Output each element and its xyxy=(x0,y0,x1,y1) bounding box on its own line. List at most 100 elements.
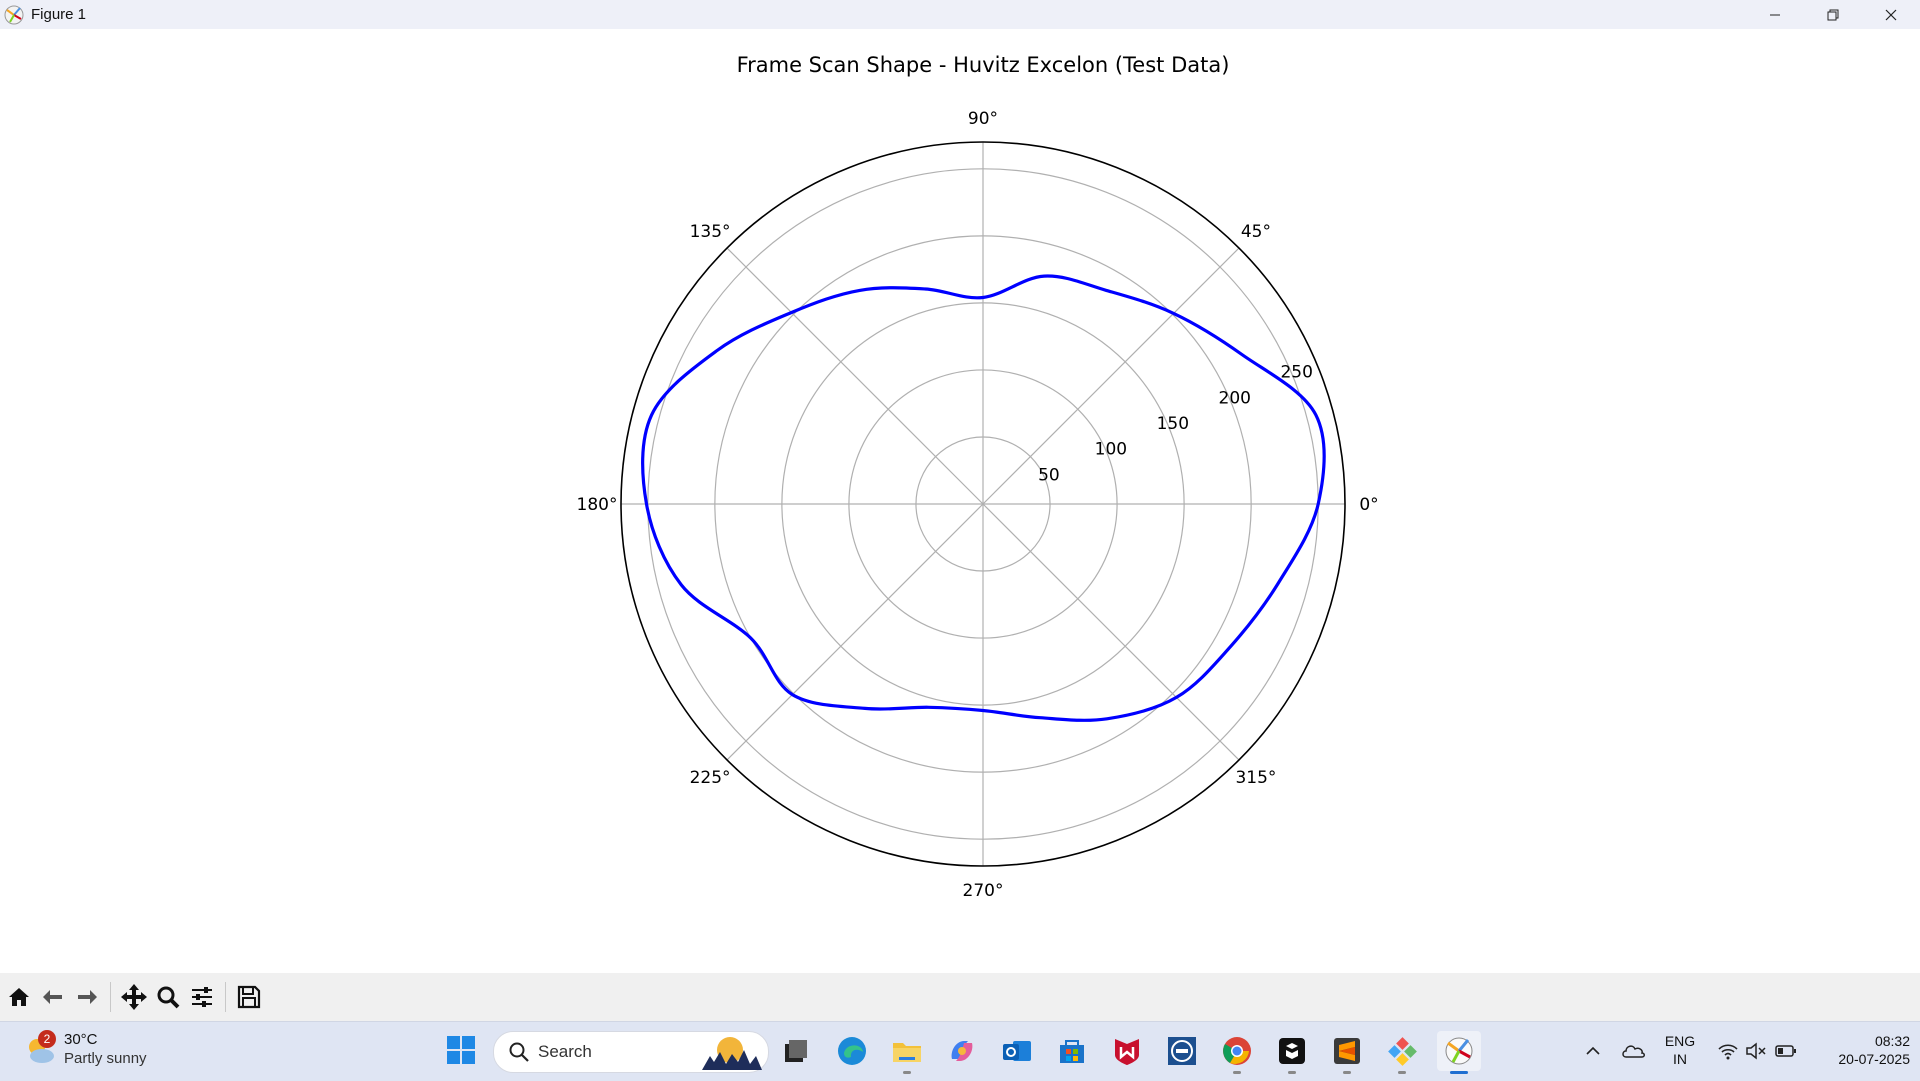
dell-icon xyxy=(1168,1037,1196,1065)
windows-start-icon xyxy=(447,1036,475,1064)
chart-title: Frame Scan Shape - Huvitz Excelon (Test … xyxy=(737,53,1230,77)
language-code: ENG xyxy=(1664,1033,1696,1049)
weather-temperature: 30°C xyxy=(64,1031,98,1048)
wifi-icon xyxy=(1718,1044,1738,1060)
back-button[interactable] xyxy=(36,979,70,1015)
configure-subplots-icon xyxy=(192,987,212,1007)
taskbar-search-box[interactable]: Search xyxy=(493,1031,769,1073)
volume-muted-icon xyxy=(1746,1042,1766,1060)
save-button[interactable] xyxy=(232,979,266,1015)
outlook-icon xyxy=(1003,1041,1031,1061)
microsoft-store-button[interactable] xyxy=(1052,1031,1092,1071)
weather-widget[interactable]: 2 30°C Partly sunny xyxy=(24,1030,147,1068)
weather-description: Partly sunny xyxy=(64,1050,147,1067)
vscode-like-button[interactable] xyxy=(1382,1031,1422,1071)
edge-icon xyxy=(838,1037,866,1065)
file-explorer-button[interactable] xyxy=(887,1031,927,1071)
save-icon xyxy=(237,985,261,1009)
r-tick-label: 50 xyxy=(1038,465,1060,485)
minimize-icon xyxy=(1770,14,1780,15)
theta-tick-label: 270° xyxy=(963,881,1004,901)
onedrive-cloud-icon xyxy=(1622,1045,1645,1058)
clock-date: 20-07-2025 xyxy=(1838,1051,1910,1067)
sublime-text-icon xyxy=(1334,1038,1360,1064)
r-tick-label: 150 xyxy=(1157,414,1189,434)
matplotlib-toolbar xyxy=(0,973,1920,1021)
window-title: Figure 1 xyxy=(31,6,87,23)
task-view-icon xyxy=(785,1040,807,1062)
matplotlib-figure-button[interactable] xyxy=(1437,1031,1481,1071)
edge-button[interactable] xyxy=(832,1031,872,1071)
toolbar-separator xyxy=(225,982,226,1012)
running-indicator xyxy=(1343,1071,1351,1074)
start-button[interactable] xyxy=(445,1034,477,1066)
running-indicator xyxy=(1233,1071,1241,1074)
microsoft-store-icon xyxy=(1060,1040,1084,1063)
zoom-icon xyxy=(157,986,180,1009)
running-indicator xyxy=(1288,1071,1296,1074)
minimize-button[interactable] xyxy=(1746,0,1804,29)
theta-tick-label: 135° xyxy=(690,222,731,242)
polar-chart: Frame Scan Shape - Huvitz Excelon (Test … xyxy=(577,53,1379,901)
clock-time: 08:32 xyxy=(1874,1033,1910,1049)
battery-icon xyxy=(1775,1045,1796,1057)
theta-tick-label: 180° xyxy=(577,495,618,515)
language-indicator[interactable]: ENG IN xyxy=(1660,1032,1700,1068)
close-button[interactable] xyxy=(1862,0,1920,29)
home-icon xyxy=(9,988,29,1006)
running-indicator xyxy=(1398,1071,1406,1074)
chevron-up-icon xyxy=(1586,1046,1600,1055)
configure-subplots-button[interactable] xyxy=(185,979,219,1015)
weather-badge: 2 xyxy=(38,1030,56,1048)
theta-tick-label: 90° xyxy=(968,109,998,129)
chrome-button[interactable] xyxy=(1217,1031,1257,1071)
windows-taskbar: 2 30°C Partly sunny Search ENG IN 08:32 … xyxy=(0,1021,1920,1081)
language-region: IN xyxy=(1673,1051,1687,1067)
mcafee-icon xyxy=(1115,1039,1139,1065)
task-view-button[interactable] xyxy=(776,1031,816,1071)
battery-button[interactable] xyxy=(1768,1031,1804,1071)
forward-icon xyxy=(78,990,97,1004)
close-icon xyxy=(1885,9,1897,20)
sublime-text-button[interactable] xyxy=(1327,1031,1367,1071)
clock[interactable]: 08:32 20-07-2025 xyxy=(1810,1032,1910,1068)
home-button[interactable] xyxy=(2,979,36,1015)
search-highlight-icon xyxy=(702,1037,762,1070)
theta-tick-label: 45° xyxy=(1241,222,1271,242)
file-explorer-icon xyxy=(893,1043,921,1062)
app-black-icon xyxy=(1279,1038,1305,1064)
r-tick-label: 100 xyxy=(1095,440,1127,460)
chrome-icon xyxy=(1223,1037,1251,1065)
restore-icon xyxy=(1827,9,1839,20)
mcafee-button[interactable] xyxy=(1107,1031,1147,1071)
theta-tick-label: 225° xyxy=(690,768,731,788)
restore-button[interactable] xyxy=(1804,0,1862,29)
active-app-indicator xyxy=(1450,1071,1468,1074)
r-tick-label: 200 xyxy=(1219,388,1251,408)
r-tick-label: 250 xyxy=(1280,363,1312,383)
theta-tick-label: 0° xyxy=(1359,495,1378,515)
figure-canvas[interactable]: Frame Scan Shape - Huvitz Excelon (Test … xyxy=(0,29,1920,973)
onedrive-button[interactable] xyxy=(1613,1031,1653,1071)
pan-button[interactable] xyxy=(117,979,151,1015)
pan-icon xyxy=(121,984,147,1010)
search-placeholder: Search xyxy=(538,1042,592,1061)
zoom-button[interactable] xyxy=(151,979,185,1015)
outlook-button[interactable] xyxy=(997,1031,1037,1071)
vscode-like-icon xyxy=(1388,1037,1417,1066)
matplotlib-app-icon xyxy=(4,5,24,24)
show-hidden-icons-button[interactable] xyxy=(1573,1031,1613,1071)
toolbar-separator xyxy=(110,982,111,1012)
copilot-icon xyxy=(951,1041,973,1061)
dell-button[interactable] xyxy=(1162,1031,1202,1071)
back-icon xyxy=(43,990,62,1004)
theta-tick-label: 315° xyxy=(1235,768,1276,788)
matplotlib-figure-icon xyxy=(1445,1037,1473,1065)
app-black-button[interactable] xyxy=(1272,1031,1312,1071)
search-icon xyxy=(509,1042,529,1062)
partly-sunny-icon: 2 xyxy=(24,1030,58,1066)
running-indicator xyxy=(903,1071,911,1074)
forward-button[interactable] xyxy=(70,979,104,1015)
window-titlebar: Figure 1 xyxy=(0,0,1920,29)
copilot-button[interactable] xyxy=(942,1031,982,1071)
